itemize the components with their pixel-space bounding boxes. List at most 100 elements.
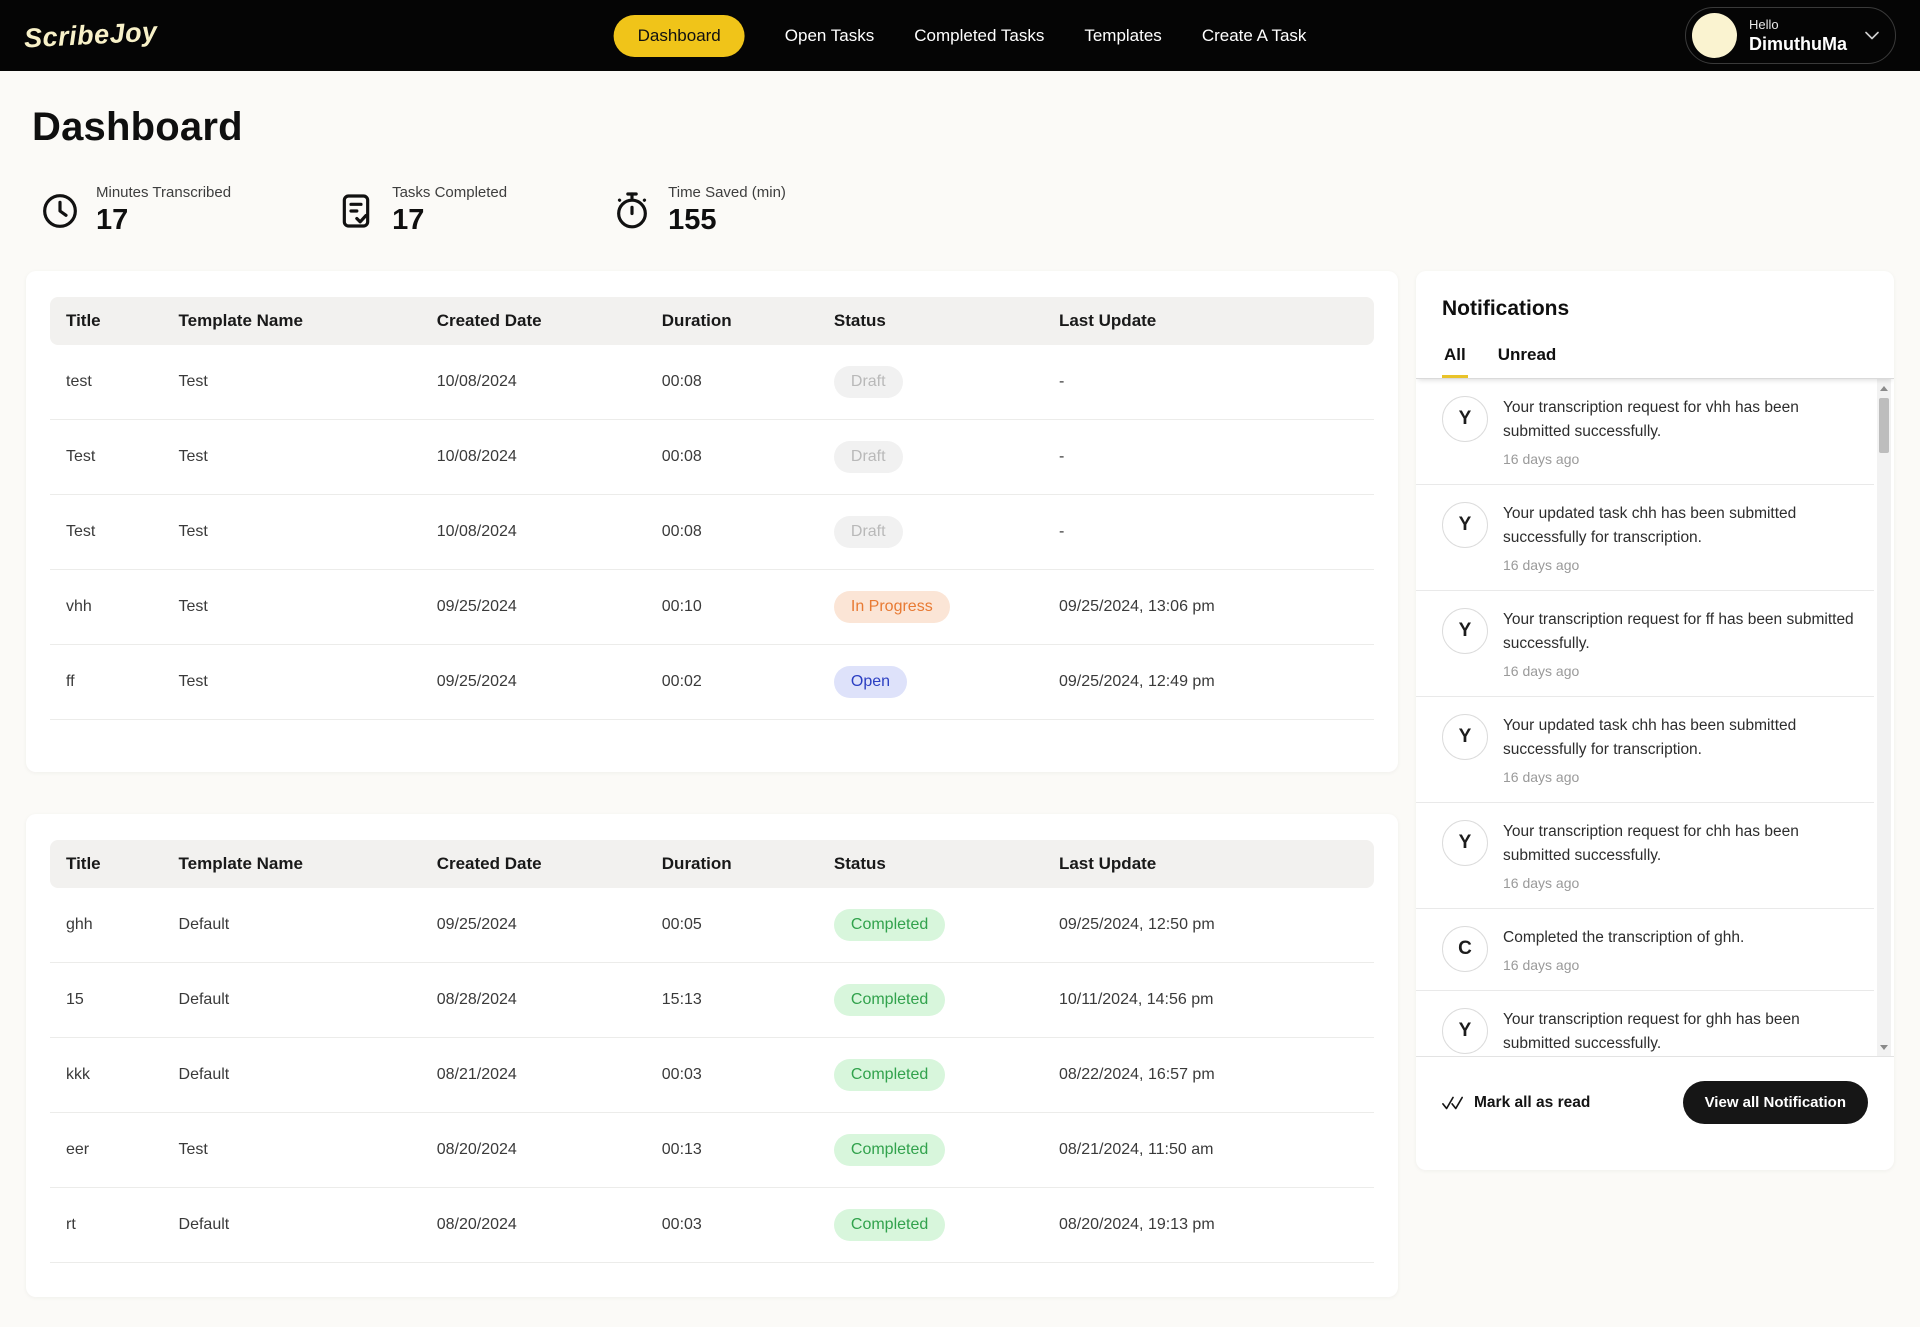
column-header-created-date: Created Date <box>421 297 646 345</box>
scrollbar[interactable] <box>1877 379 1891 1056</box>
notifications-footer: Mark all as read View all Notification <box>1416 1057 1894 1170</box>
table-cell: Test <box>163 420 421 495</box>
table-row[interactable]: TestTest10/08/202400:08Draft- <box>50 495 1374 570</box>
table-row[interactable]: ghhDefault09/25/202400:05Completed09/25/… <box>50 888 1374 963</box>
scroll-up-arrow-icon[interactable] <box>1877 381 1891 395</box>
nav-item-completed-tasks[interactable]: Completed Tasks <box>914 26 1044 46</box>
stat-tasks-completed: Tasks Completed17 <box>336 184 507 237</box>
notifications-list: YYour transcription request for vhh has … <box>1416 379 1874 1057</box>
table-cell-last-update: 09/25/2024, 12:49 pm <box>1043 645 1374 720</box>
view-all-notification-button[interactable]: View all Notification <box>1683 1081 1868 1124</box>
table-cell: Default <box>163 1188 421 1263</box>
table-cell: 09/25/2024 <box>421 570 646 645</box>
column-header-created-date: Created Date <box>421 840 646 888</box>
table-row[interactable]: eerTest08/20/202400:13Completed08/21/202… <box>50 1113 1374 1188</box>
column-header-status: Status <box>818 297 1043 345</box>
table-cell: ghh <box>50 888 163 963</box>
user-greeting: Hello <box>1749 17 1847 32</box>
nav-item-dashboard[interactable]: Dashboard <box>614 15 745 57</box>
notification-item[interactable]: Y Your transcription request for ff has b… <box>1416 591 1874 697</box>
column-header-status: Status <box>818 840 1043 888</box>
table-cell: 00:05 <box>646 888 818 963</box>
table-cell: 08/20/2024 <box>421 1113 646 1188</box>
notification-item[interactable]: YYour updated task chh has been submitte… <box>1416 697 1874 803</box>
table-cell: 00:08 <box>646 345 818 420</box>
table-cell: Test <box>163 495 421 570</box>
nav-item-create-a-task[interactable]: Create A Task <box>1202 26 1307 46</box>
notification-message: Your transcription request for ff has be… <box>1503 608 1864 656</box>
notifications-tab-unread[interactable]: Unread <box>1496 339 1559 378</box>
notifications-tab-all[interactable]: All <box>1442 339 1468 378</box>
notification-item[interactable]: YYour transcription request for chh has … <box>1416 803 1874 909</box>
table-cell-status: Draft <box>818 345 1043 420</box>
mark-all-as-read[interactable]: Mark all as read <box>1442 1094 1590 1112</box>
mark-all-label: Mark all as read <box>1474 1094 1590 1112</box>
scroll-down-arrow-icon[interactable] <box>1877 1040 1891 1054</box>
table-cell: 08/21/2024 <box>421 1038 646 1113</box>
notification-avatar: Y <box>1442 608 1488 654</box>
table-cell: 00:08 <box>646 420 818 495</box>
table-cell: kkk <box>50 1038 163 1113</box>
notification-item[interactable]: YYour transcription request for ghh has … <box>1416 991 1874 1057</box>
nav-item-open-tasks[interactable]: Open Tasks <box>785 26 874 46</box>
table-row[interactable]: rtDefault08/20/202400:03Completed08/20/2… <box>50 1188 1374 1263</box>
double-check-icon <box>1442 1095 1464 1111</box>
stats-row: Minutes Transcribed 17 Tasks Completed17 Ti… <box>40 184 1894 237</box>
notification-item[interactable]: YYour transcription request for vhh has … <box>1416 379 1874 485</box>
notification-item[interactable]: YYour updated task chh has been submitte… <box>1416 485 1874 591</box>
table-row[interactable]: TestTest10/08/202400:08Draft- <box>50 420 1374 495</box>
table-cell-status: Completed <box>818 888 1043 963</box>
notifications-title: Notifications <box>1416 271 1894 339</box>
status-badge: Draft <box>834 516 903 548</box>
table-cell: Test <box>163 645 421 720</box>
main-content: Dashboard Minutes Transcribed17Tasks Com… <box>0 105 1920 1327</box>
stat-label: Minutes Transcribed <box>96 184 231 201</box>
notification-message: Completed the transcription of ghh. <box>1503 926 1744 950</box>
notification-time: 16 days ago <box>1503 557 1864 573</box>
notification-time: 16 days ago <box>1503 663 1864 679</box>
table-row[interactable]: testTest10/08/202400:08Draft- <box>50 345 1374 420</box>
brand-logo: ScribeJoy <box>23 17 158 55</box>
avatar <box>1692 13 1737 58</box>
open-tasks-table: TitleTemplate NameCreated DateDurationSt… <box>50 297 1374 720</box>
notification-time: 16 days ago <box>1503 769 1864 785</box>
table-row[interactable]: vhhTest09/25/202400:10In Progress09/25/2… <box>50 570 1374 645</box>
table-cell: rt <box>50 1188 163 1263</box>
table-cell-status: Open <box>818 645 1043 720</box>
status-badge: Completed <box>834 909 945 941</box>
table-cell-last-update: 10/11/2024, 14:56 pm <box>1043 963 1374 1038</box>
table-cell: 00:13 <box>646 1113 818 1188</box>
notification-item[interactable]: CCompleted the transcription of ghh.16 d… <box>1416 909 1874 991</box>
table-cell: 10/08/2024 <box>421 420 646 495</box>
notification-avatar: Y <box>1442 502 1488 548</box>
notification-message: Your transcription request for chh has b… <box>1503 820 1864 868</box>
table-row[interactable]: ffTest09/25/202400:02Open09/25/2024, 12:… <box>50 645 1374 720</box>
table-row[interactable]: kkkDefault08/21/202400:03Completed08/22/… <box>50 1038 1374 1113</box>
table-cell: 10/08/2024 <box>421 495 646 570</box>
column-header-duration: Duration <box>646 297 818 345</box>
stat-time-saved-min-: Time Saved (min)155 <box>612 184 786 237</box>
table-cell: Test <box>163 570 421 645</box>
table-cell-last-update: - <box>1043 345 1374 420</box>
table-cell: 15:13 <box>646 963 818 1038</box>
notification-message: Your transcription request for ghh has b… <box>1503 1008 1864 1056</box>
table-cell-status: In Progress <box>818 570 1043 645</box>
top-nav: ScribeJoy Dashboard Open Tasks Completed T… <box>0 0 1920 71</box>
stat-value: 17 <box>96 204 231 237</box>
table-row[interactable]: 15Default08/28/202415:13Completed10/11/2… <box>50 963 1374 1038</box>
status-badge: Completed <box>834 1134 945 1166</box>
table-cell-status: Completed <box>818 963 1043 1038</box>
user-name: DimuthuMa <box>1749 34 1847 55</box>
notification-time: 16 days ago <box>1503 875 1864 891</box>
table-cell-last-update: - <box>1043 495 1374 570</box>
scrollbar-thumb[interactable] <box>1879 398 1889 453</box>
table-cell-status: Draft <box>818 420 1043 495</box>
chevron-down-icon <box>1865 28 1879 43</box>
status-badge: Open <box>834 666 907 698</box>
table-cell: vhh <box>50 570 163 645</box>
nav-item-templates[interactable]: Templates <box>1084 26 1161 46</box>
notifications-scroll-area: YYour transcription request for vhh has … <box>1416 379 1894 1057</box>
user-menu[interactable]: Hello DimuthuMa <box>1685 7 1896 64</box>
table-cell: 00:03 <box>646 1038 818 1113</box>
table-cell-last-update: 08/21/2024, 11:50 am <box>1043 1113 1374 1188</box>
